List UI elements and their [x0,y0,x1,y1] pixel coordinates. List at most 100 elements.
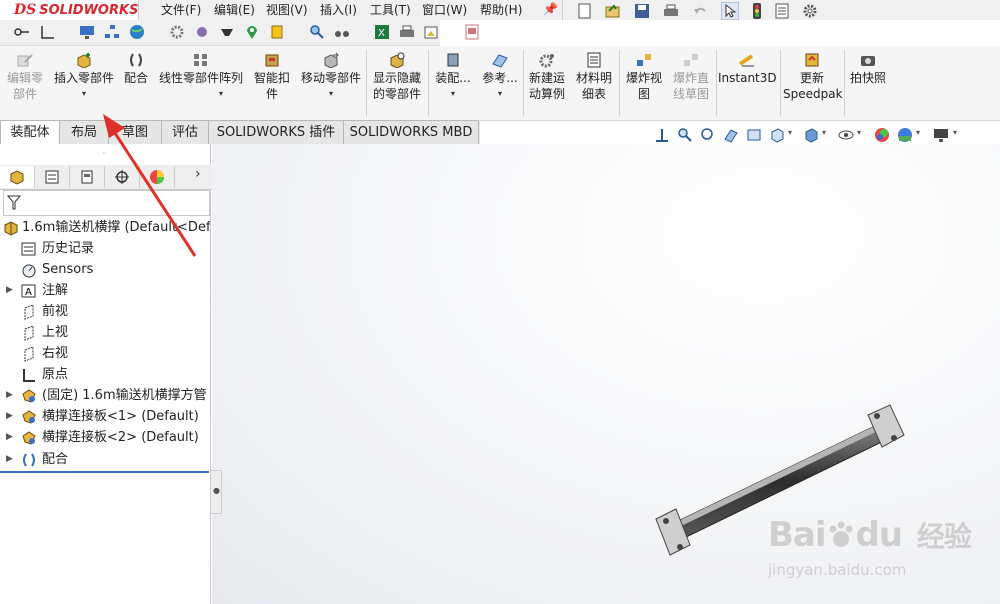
tab-solidworks-addins[interactable]: SOLIDWORKS 插件 [208,120,344,144]
menu-view[interactable]: 视图(V) [266,0,308,20]
chevron-down-icon[interactable]: ▾ [822,128,826,137]
bowl-icon[interactable] [219,24,235,40]
instant3d-button[interactable]: Instant3D [718,46,777,120]
part-icon [22,389,36,403]
assembly-features-button[interactable]: 装配... ▾ [432,46,474,120]
tree-label: (固定) 1.6m输送机横撑方管 [42,388,207,403]
history-icon [21,242,36,256]
select-cursor-icon[interactable] [721,2,739,20]
excel-icon[interactable]: X [374,24,390,40]
monitor-icon[interactable] [79,24,95,40]
chevron-down-icon[interactable]: ▾ [788,128,792,137]
show-hidden-label: 显示隐藏 的零部件 [372,71,421,101]
angle-icon[interactable] [39,24,55,40]
tab-property-manager[interactable] [35,166,70,188]
globe-icon[interactable] [129,24,145,40]
tab-solidworks-mbd[interactable]: SOLIDWORKS MBD [343,120,479,144]
zoom-to-fit-icon[interactable] [654,127,670,143]
tree-label: 横撑连接板<2> (Default) [42,430,199,445]
file-properties-icon[interactable] [775,3,789,19]
expand-arrow-icon[interactable]: ▶ [6,427,13,448]
expand-arrow-icon[interactable]: ▶ [6,280,13,301]
move-component-button[interactable]: 移动零部件 ▾ [297,46,365,120]
hide-show-items-icon[interactable] [838,127,854,143]
tab-assembly[interactable]: 装配体 [0,120,60,144]
printer-icon[interactable] [399,24,415,40]
new-document-icon[interactable] [578,3,592,19]
undo-icon[interactable] [692,3,708,19]
display-style-icon[interactable] [803,127,819,143]
assembly-icon [4,221,18,236]
mate-label: 配合 [123,71,148,85]
show-hidden-components-button[interactable]: 显示隐藏 的零部件 [368,46,426,120]
insert-component-label: 插入零部件 [53,71,114,85]
panel-splitter-handle[interactable]: ● [210,470,222,514]
update-speedpak-button[interactable]: 更新 Speedpak [783,46,843,120]
bill-of-materials-button[interactable]: 材料明 细表 [572,46,616,120]
part-icon [22,410,36,424]
dynamic-annotation-icon[interactable] [746,127,762,143]
location-pin-icon[interactable] [244,24,260,40]
network-icon[interactable] [104,24,120,40]
image-export-icon[interactable] [424,24,440,40]
edit-appearance-icon[interactable] [874,127,890,143]
smart-fastener-button[interactable]: 智能扣 件 [250,46,294,120]
smart-fastener-icon [265,54,279,67]
menu-edit[interactable]: 编辑(E) [214,0,255,20]
cog-icon[interactable] [194,24,210,40]
watermark-brand: Bai du 经验 [768,515,972,555]
connection-plate-1[interactable] [655,508,691,556]
expand-arrow-icon[interactable]: ▶ [6,385,13,406]
chevron-down-icon[interactable]: ▾ [297,86,365,102]
svg-text:X: X [378,28,385,39]
menu-help[interactable]: 帮助(H) [480,0,522,20]
expand-arrow-icon[interactable]: ▶ [6,449,13,470]
snapshot-icon [861,56,875,66]
chevron-down-icon[interactable]: ▾ [478,86,522,102]
menu-file[interactable]: 文件(F) [161,0,201,20]
explode-line-sketch-button[interactable]: 爆炸直 线草图 [668,46,714,120]
annotations-icon: A [21,284,36,298]
edit-component-button[interactable]: 编辑零 部件 [4,46,46,120]
magnifier-icon[interactable] [309,24,325,40]
chevron-down-icon[interactable]: ▾ [953,128,957,137]
bolt-hole [677,544,683,550]
chevron-down-icon[interactable]: ▾ [50,86,118,102]
rollback-bar[interactable] [0,471,209,473]
chevron-down-icon[interactable]: ▾ [432,86,474,102]
section-view-icon[interactable] [723,127,739,143]
open-document-icon[interactable] [605,3,621,19]
previous-view-icon[interactable] [700,127,716,143]
new-motion-study-button[interactable]: 新建运 动算例 [525,46,569,120]
bolt-hole [891,435,897,441]
settings-gear-icon[interactable] [169,24,185,40]
apply-scene-icon[interactable] [897,127,913,143]
print-icon[interactable] [663,3,679,19]
component-yellow-icon[interactable] [269,24,285,40]
chevron-down-icon[interactable]: ▾ [857,128,861,137]
pin-icon[interactable]: 📌 [543,2,558,16]
menu-insert[interactable]: 插入(I) [320,0,357,20]
traffic-light-icon[interactable] [752,2,762,20]
tree-label: 原点 [42,367,69,382]
tree-item-fixed-tube[interactable]: ▶ (固定) 1.6m输送机横撑方管 [0,385,210,406]
reference-geometry-button[interactable]: 参考... ▾ [478,46,522,120]
options-gear-icon[interactable] [802,3,818,19]
view-orientation-icon[interactable] [769,127,785,143]
document-table-icon[interactable] [464,24,480,40]
linear-pattern-icon [194,54,207,66]
binoculars-icon[interactable] [334,24,350,40]
expand-arrow-icon[interactable]: ▶ [6,406,13,427]
reference-geometry-icon [492,54,508,68]
zoom-area-icon[interactable] [677,127,693,143]
key-icon[interactable] [14,24,30,40]
exploded-view-button[interactable]: 爆炸视 图 [621,46,667,120]
menu-tools[interactable]: 工具(T) [370,0,411,20]
chevron-down-icon[interactable]: ▾ [195,86,247,102]
chevron-down-icon[interactable]: ▾ [916,128,920,137]
view-settings-icon[interactable] [933,127,949,143]
snapshot-button[interactable]: 拍快照 [846,46,890,120]
save-icon[interactable] [634,3,650,19]
menu-window[interactable]: 窗口(W) [422,0,467,20]
tab-feature-manager[interactable] [0,166,35,188]
